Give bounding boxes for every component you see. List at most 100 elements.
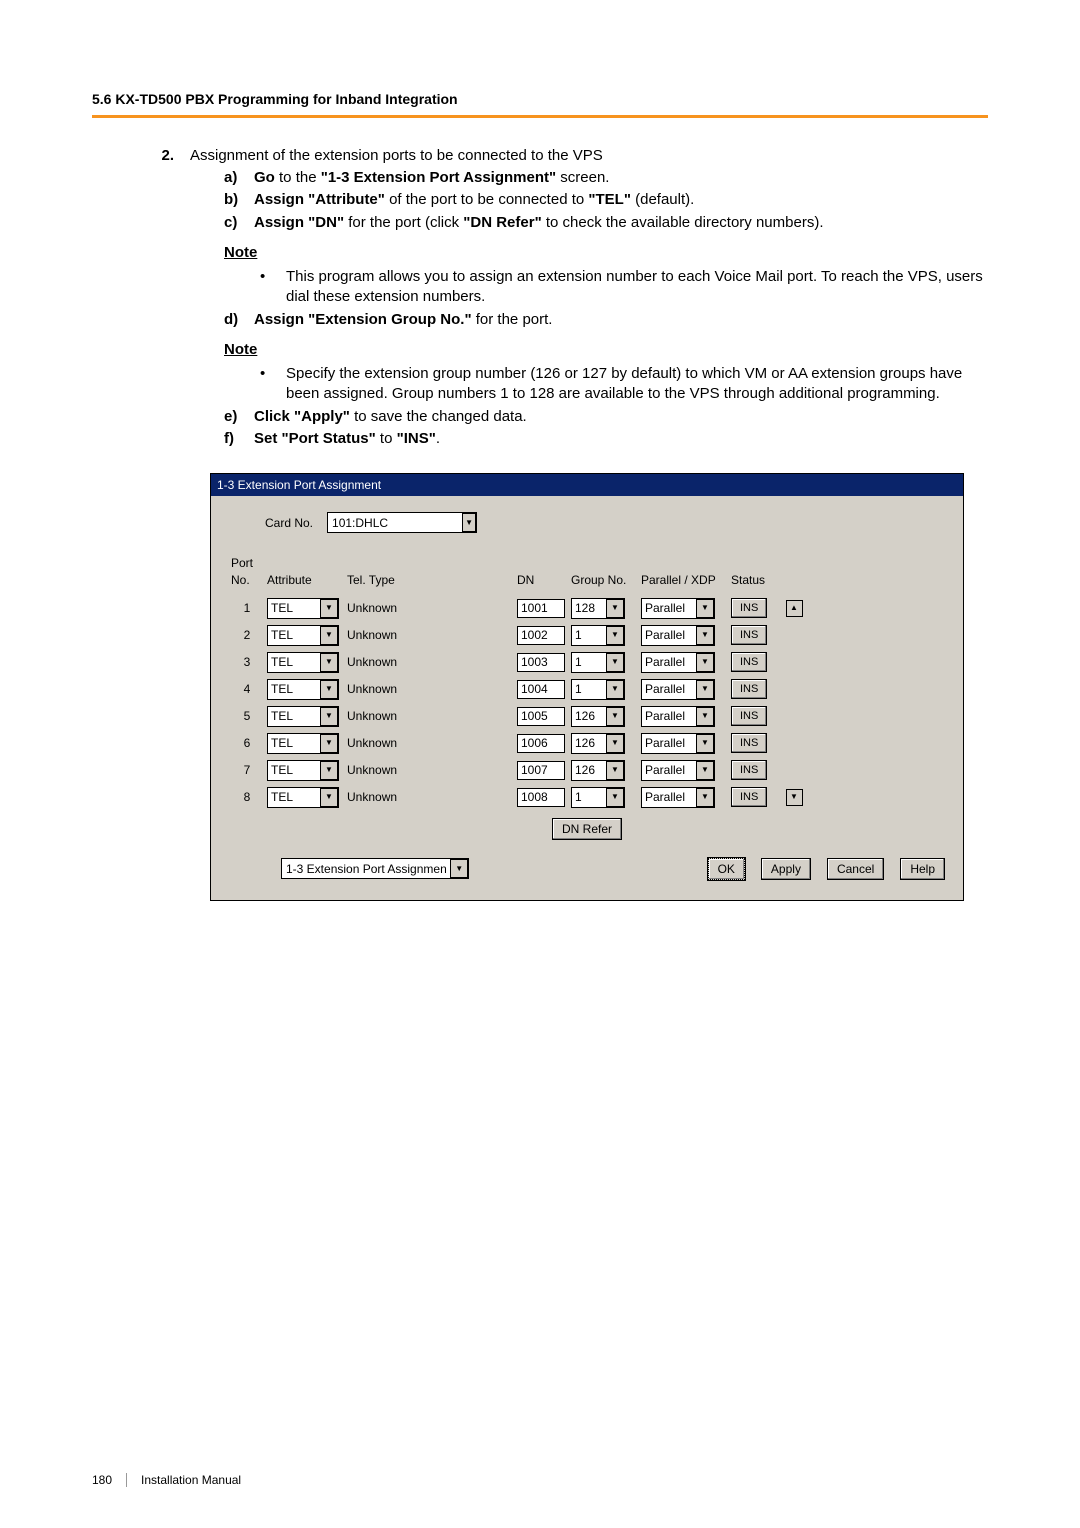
dropdown-arrow-icon[interactable]: ▼ [696, 599, 714, 618]
screen-select-input[interactable] [282, 860, 450, 878]
attribute-select[interactable]: TEL▼ [267, 598, 339, 619]
dropdown-arrow-icon[interactable]: ▼ [606, 761, 624, 780]
dropdown-arrow-icon[interactable]: ▼ [606, 626, 624, 645]
group-no-select[interactable]: 1▼ [571, 679, 625, 700]
col-status: Status [729, 572, 785, 588]
step-number: 2. [156, 146, 174, 901]
attribute-select[interactable]: TEL▼ [267, 760, 339, 781]
note-2-text: Specify the extension group number (126 … [286, 364, 984, 405]
parallel-xdp-select[interactable]: Parallel▼ [641, 652, 715, 673]
screen-select[interactable]: ▼ [281, 858, 469, 879]
status-button[interactable]: INS [731, 625, 767, 645]
group-no-select[interactable]: 1▼ [571, 787, 625, 808]
sub-e-text: Click "Apply" to save the changed data. [254, 407, 984, 427]
dropdown-arrow-icon[interactable]: ▼ [320, 599, 338, 618]
table-row: 5TEL▼Unknown1005126▼Parallel▼INS [229, 706, 945, 727]
dn-field[interactable]: 1007 [517, 761, 565, 780]
parallel-xdp-select[interactable]: Parallel▼ [641, 679, 715, 700]
sub-f-text: Set "Port Status" to "INS". [254, 429, 984, 449]
status-button[interactable]: INS [731, 787, 767, 807]
status-button[interactable]: INS [731, 598, 767, 618]
status-button[interactable]: INS [731, 760, 767, 780]
dropdown-arrow-icon[interactable]: ▼ [696, 761, 714, 780]
col-group: Group No. [569, 572, 639, 588]
dropdown-arrow-icon[interactable]: ▼ [462, 513, 476, 532]
dropdown-arrow-icon[interactable]: ▼ [320, 734, 338, 753]
dn-field[interactable]: 1001 [517, 599, 565, 618]
status-button[interactable]: INS [731, 679, 767, 699]
attribute-select[interactable]: TEL▼ [267, 679, 339, 700]
parallel-xdp-select[interactable]: Parallel▼ [641, 787, 715, 808]
dn-refer-button[interactable]: DN Refer [552, 818, 622, 840]
table-row: 1TEL▼Unknown1001128▼Parallel▼INS▲ [229, 598, 945, 619]
sub-a-text: Go to the "1-3 Extension Port Assignment… [254, 168, 984, 188]
dropdown-arrow-icon[interactable]: ▼ [606, 788, 624, 807]
status-button[interactable]: INS [731, 706, 767, 726]
card-no-select[interactable]: ▼ [327, 512, 477, 533]
dropdown-arrow-icon[interactable]: ▼ [606, 734, 624, 753]
attribute-select[interactable]: TEL▼ [267, 787, 339, 808]
attribute-select[interactable]: TEL▼ [267, 733, 339, 754]
dn-field[interactable]: 1003 [517, 653, 565, 672]
scroll-up-icon[interactable]: ▲ [786, 600, 803, 617]
dropdown-arrow-icon[interactable]: ▼ [320, 788, 338, 807]
dropdown-arrow-icon[interactable]: ▼ [320, 626, 338, 645]
attribute-select[interactable]: TEL▼ [267, 652, 339, 673]
scroll-down-icon[interactable]: ▼ [786, 789, 803, 806]
col-pxdp: Parallel / XDP [639, 572, 729, 588]
dn-field[interactable]: 1006 [517, 734, 565, 753]
dropdown-arrow-icon[interactable]: ▼ [320, 707, 338, 726]
group-no-select[interactable]: 1▼ [571, 652, 625, 673]
dropdown-arrow-icon[interactable]: ▼ [320, 653, 338, 672]
help-button[interactable]: Help [900, 858, 945, 880]
dropdown-arrow-icon[interactable]: ▼ [606, 653, 624, 672]
dropdown-arrow-icon[interactable]: ▼ [450, 859, 468, 878]
dropdown-arrow-icon[interactable]: ▼ [696, 707, 714, 726]
tel-type: Unknown [345, 681, 515, 697]
card-no-label: Card No. [265, 515, 313, 531]
dropdown-arrow-icon[interactable]: ▼ [606, 680, 624, 699]
status-button[interactable]: INS [731, 652, 767, 672]
attribute-select[interactable]: TEL▼ [267, 706, 339, 727]
bullet-dot: • [260, 267, 266, 308]
dropdown-arrow-icon[interactable]: ▼ [320, 680, 338, 699]
group-no-select[interactable]: 128▼ [571, 598, 625, 619]
dropdown-arrow-icon[interactable]: ▼ [606, 599, 624, 618]
cancel-button[interactable]: Cancel [827, 858, 884, 880]
parallel-xdp-select[interactable]: Parallel▼ [641, 598, 715, 619]
table-row: 6TEL▼Unknown1006126▼Parallel▼INS [229, 733, 945, 754]
group-no-select[interactable]: 126▼ [571, 706, 625, 727]
group-no-select[interactable]: 126▼ [571, 733, 625, 754]
port-no: 1 [229, 600, 265, 616]
col-dn: DN [515, 572, 569, 588]
status-button[interactable]: INS [731, 733, 767, 753]
dropdown-arrow-icon[interactable]: ▼ [606, 707, 624, 726]
dn-field[interactable]: 1002 [517, 626, 565, 645]
dn-field[interactable]: 1008 [517, 788, 565, 807]
dropdown-arrow-icon[interactable]: ▼ [696, 734, 714, 753]
note-1-text: This program allows you to assign an ext… [286, 267, 984, 308]
dn-field[interactable]: 1004 [517, 680, 565, 699]
group-no-select[interactable]: 1▼ [571, 625, 625, 646]
ok-button[interactable]: OK [708, 858, 745, 880]
attribute-select[interactable]: TEL▼ [267, 625, 339, 646]
dropdown-arrow-icon[interactable]: ▼ [696, 653, 714, 672]
dropdown-arrow-icon[interactable]: ▼ [696, 680, 714, 699]
table-row: 8TEL▼Unknown10081▼Parallel▼INS▼ [229, 787, 945, 808]
col-tel: Tel. Type [345, 572, 515, 588]
group-no-select[interactable]: 126▼ [571, 760, 625, 781]
parallel-xdp-select[interactable]: Parallel▼ [641, 706, 715, 727]
card-no-input[interactable] [328, 514, 462, 532]
dn-field[interactable]: 1005 [517, 707, 565, 726]
apply-button[interactable]: Apply [761, 858, 811, 880]
table-row: 4TEL▼Unknown10041▼Parallel▼INS [229, 679, 945, 700]
parallel-xdp-select[interactable]: Parallel▼ [641, 760, 715, 781]
footer-separator [126, 1473, 127, 1487]
port-no: 3 [229, 654, 265, 670]
parallel-xdp-select[interactable]: Parallel▼ [641, 625, 715, 646]
dropdown-arrow-icon[interactable]: ▼ [320, 761, 338, 780]
dropdown-arrow-icon[interactable]: ▼ [696, 626, 714, 645]
tel-type: Unknown [345, 654, 515, 670]
dropdown-arrow-icon[interactable]: ▼ [696, 788, 714, 807]
parallel-xdp-select[interactable]: Parallel▼ [641, 733, 715, 754]
